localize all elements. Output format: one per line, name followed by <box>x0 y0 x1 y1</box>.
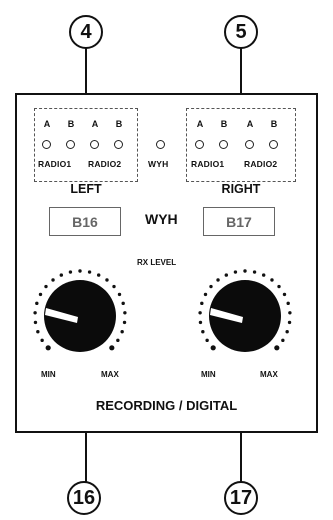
leader-line-4 <box>85 48 87 95</box>
knob-scale-dot <box>68 270 73 274</box>
left-letter-3: A <box>91 119 99 129</box>
knob-scale-dot <box>78 269 82 273</box>
knob-left-min-label: MIN <box>41 370 56 379</box>
callout-16: 16 <box>67 481 101 515</box>
knob-left-max-label: MAX <box>101 370 119 379</box>
knob-scale-dot <box>270 278 274 282</box>
leader-line-16 <box>85 431 87 484</box>
knob-scale-dot <box>285 330 289 334</box>
knob-scale-dot <box>287 320 292 325</box>
left-label: LEFT <box>70 182 102 196</box>
left-radio1-label: RADIO1 <box>38 159 72 169</box>
knob-scale-dot <box>203 292 208 297</box>
left-led-radio2-a <box>90 140 99 149</box>
right-letter-4: B <box>270 119 278 129</box>
knob-scale-dot <box>198 320 203 325</box>
knob-scale-dot <box>109 345 115 351</box>
right-letter-2: B <box>220 119 228 129</box>
knob-scale-dot <box>51 278 55 282</box>
knob-scale-dot <box>282 292 287 297</box>
right-radio2-label: RADIO2 <box>244 159 278 169</box>
knob-scale-dot <box>33 320 38 325</box>
knob-scale-dot <box>121 301 125 306</box>
right-led-radio2-a <box>245 140 254 149</box>
knob-scale-dot <box>40 338 44 343</box>
callout-4: 4 <box>69 15 103 49</box>
knob-right-min-label: MIN <box>201 370 216 379</box>
knob-scale-dot <box>122 320 127 325</box>
channel-box-left: B16 <box>49 207 121 236</box>
left-led-radio1-b <box>66 140 75 149</box>
left-letter-2: B <box>67 119 75 129</box>
knob-scale-dot <box>286 301 290 306</box>
knob-scale-dot <box>288 311 292 315</box>
knob-scale-dot <box>112 284 116 289</box>
knob-scale-dot <box>105 278 109 282</box>
knob-scale-dot <box>33 311 37 315</box>
right-letter-1: A <box>196 119 204 129</box>
right-led-radio1-b <box>219 140 228 149</box>
leader-line-17 <box>240 431 242 484</box>
left-radio2-label: RADIO2 <box>88 159 122 169</box>
knob-scale-dot <box>87 270 92 274</box>
knob-scale-dot <box>233 270 238 274</box>
knob-left[interactable] <box>30 268 130 368</box>
left-led-radio1-a <box>42 140 51 149</box>
knob-scale-dot <box>123 311 127 315</box>
knob-scale-dot <box>201 330 205 334</box>
left-letter-1: A <box>43 119 51 129</box>
knob-scale-dot <box>116 338 120 343</box>
knob-scale-dot <box>261 273 266 277</box>
knob-scale-dot <box>35 301 39 306</box>
knob-scale-dot <box>281 338 285 343</box>
knob-scale-dot <box>243 269 247 273</box>
knob-scale-dot <box>205 338 209 343</box>
right-led-radio2-b <box>269 140 278 149</box>
knob-scale-dot <box>36 330 40 334</box>
channel-middle-label: WYH <box>145 211 178 227</box>
knob-scale-dot <box>210 345 216 351</box>
knob-scale-dot <box>45 345 51 351</box>
knob-scale-dot <box>209 284 213 289</box>
knob-right[interactable] <box>195 268 295 368</box>
wyh-led-label: WYH <box>148 159 169 169</box>
knob-scale-dot <box>252 270 257 274</box>
knob-scale-dot <box>224 273 229 277</box>
knob-scale-dot <box>277 284 281 289</box>
knob-scale-dot <box>38 292 43 297</box>
right-led-radio1-a <box>195 140 204 149</box>
callout-17: 17 <box>224 481 258 515</box>
recording-digital-label: RECORDING / DIGITAL <box>95 398 238 413</box>
knob-scale-dot <box>120 330 124 334</box>
right-radio1-label: RADIO1 <box>191 159 225 169</box>
knob-right-max-label: MAX <box>260 370 278 379</box>
knob-scale-dot <box>274 345 280 351</box>
knob-scale-dot <box>200 301 204 306</box>
right-letter-3: A <box>246 119 254 129</box>
rx-level-label: RX LEVEL <box>137 258 177 267</box>
knob-scale-dot <box>96 273 101 277</box>
channel-box-right: B17 <box>203 207 275 236</box>
callout-5: 5 <box>224 15 258 49</box>
right-label: RIGHT <box>221 182 261 196</box>
wyh-led <box>156 140 165 149</box>
knob-scale-dot <box>44 284 48 289</box>
left-led-radio2-b <box>114 140 123 149</box>
knob-scale-dot <box>59 273 64 277</box>
leader-line-5 <box>240 48 242 95</box>
knob-scale-dot <box>117 292 122 297</box>
left-letter-4: B <box>115 119 123 129</box>
knob-scale-dot <box>216 278 220 282</box>
knob-scale-dot <box>198 311 202 315</box>
